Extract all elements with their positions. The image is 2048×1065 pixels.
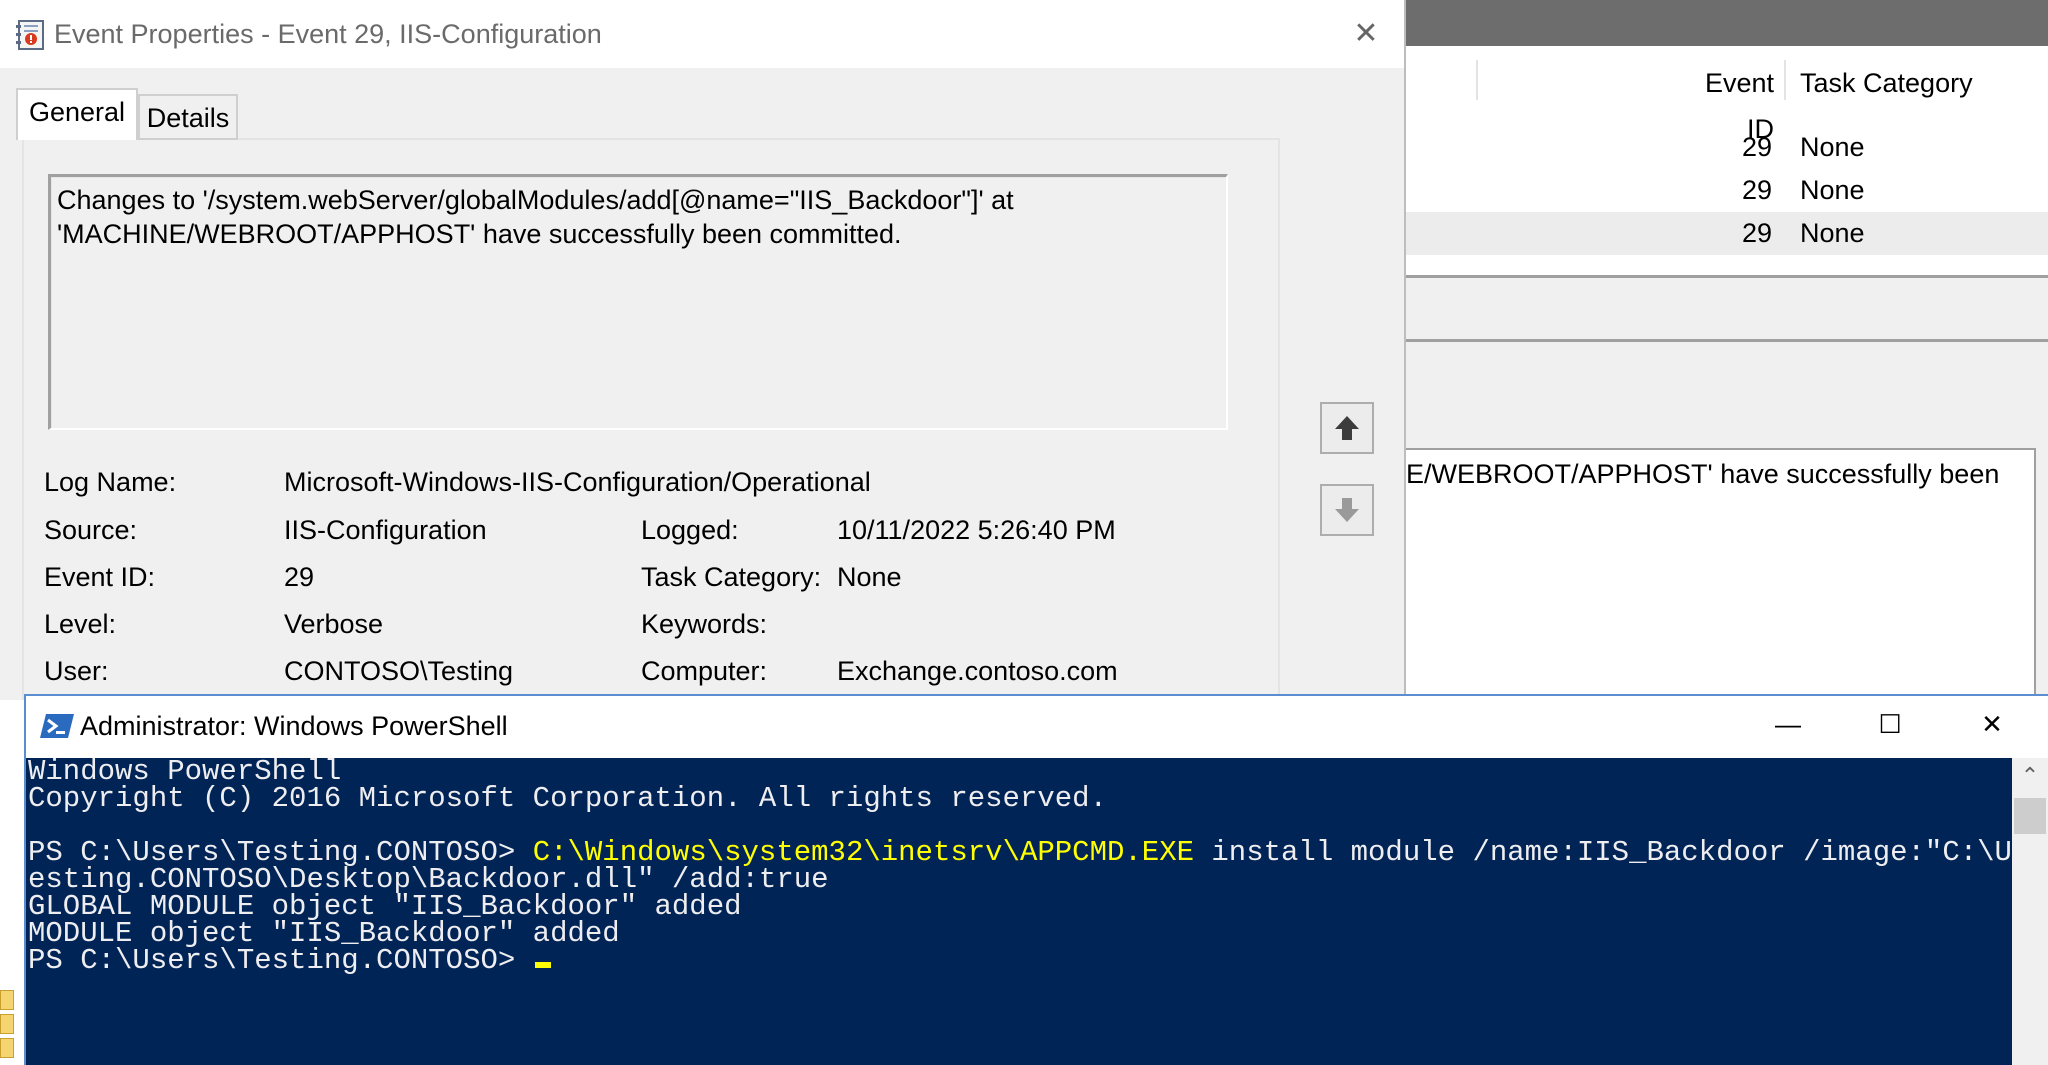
logged-label: Logged:	[641, 515, 739, 545]
folder-icon	[0, 1014, 14, 1034]
console-line: esting.CONTOSO\Desktop\Backdoor.dll" /ad…	[28, 863, 829, 896]
cell-task-category: None	[1800, 132, 1865, 162]
logged-value: 10/11/2022 5:26:40 PM	[837, 515, 1116, 545]
next-event-button[interactable]	[1320, 484, 1374, 536]
log-name-value: Microsoft-Windows-IIS-Configuration/Oper…	[284, 467, 871, 497]
console-args: install module /name:IIS_Backdoor /image…	[1211, 836, 2012, 869]
event-id-label: Event ID:	[44, 562, 156, 592]
event-message-line: 'MACHINE/WEBROOT/APPHOST' have successfu…	[57, 219, 902, 249]
user-value: CONTOSO\Testing	[284, 656, 514, 686]
console-line: Windows PowerShell	[28, 758, 342, 788]
event-message-text: Changes to '/system.webServer/globalModu…	[57, 183, 1014, 251]
close-icon[interactable]: ✕	[1348, 16, 1384, 52]
column-separator[interactable]	[1476, 60, 1478, 100]
task-category-label: Task Category:	[641, 562, 822, 592]
cell-event-id: 29	[1741, 132, 1772, 162]
console-command-line: PS C:\Users\Testing.CONTOSO> C:\Windows\…	[28, 836, 2012, 869]
cell-task-category: None	[1800, 175, 1865, 205]
console-line: GLOBAL MODULE object "IIS_Backdoor" adde…	[28, 890, 742, 923]
event-preview-text: E/WEBROOT/APPHOST' have successfully bee…	[1406, 459, 2000, 489]
source-value: IIS-Configuration	[284, 515, 487, 545]
cell-event-id: 29	[1741, 175, 1772, 205]
powershell-titlebar[interactable]: Administrator: Windows PowerShell — ☐ ✕	[26, 696, 2048, 758]
table-row[interactable]: 29 None	[1406, 126, 2048, 169]
column-header-task-category[interactable]: Task Category	[1800, 60, 2048, 106]
vertical-scrollbar[interactable]: ⌃	[2012, 758, 2048, 1065]
console-prompt: PS C:\Users\Testing.CONTOSO>	[28, 944, 533, 977]
arrow-down-icon	[1335, 498, 1359, 522]
folder-icon	[0, 1038, 14, 1058]
event-viewer-splitter-pane	[1406, 296, 2048, 342]
previous-event-button[interactable]	[1320, 402, 1374, 454]
column-separator[interactable]	[1784, 60, 1786, 100]
computer-value: Exchange.contoso.com	[837, 656, 1118, 686]
window-title: Administrator: Windows PowerShell	[80, 711, 508, 741]
event-message-textbox[interactable]: Changes to '/system.webServer/globalModu…	[48, 174, 1228, 430]
scroll-up-icon[interactable]: ⌃	[2012, 758, 2048, 794]
event-log-icon	[16, 20, 44, 50]
table-row[interactable]: 29 None	[1406, 169, 2048, 212]
event-properties-dialog: Event Properties - Event 29, IIS-Configu…	[0, 0, 1404, 700]
console-prompt-line: PS C:\Users\Testing.CONTOSO>	[28, 944, 551, 977]
user-label: User:	[44, 656, 109, 686]
table-row[interactable]: 29 None	[1406, 212, 2048, 255]
keywords-label: Keywords:	[641, 609, 768, 639]
computer-label: Computer:	[641, 656, 768, 686]
event-message-line: Changes to '/system.webServer/globalModu…	[57, 185, 1014, 215]
event-preview-description: E/WEBROOT/APPHOST' have successfully bee…	[1406, 448, 2036, 708]
scrollbar-thumb[interactable]	[2014, 798, 2046, 834]
column-header-event-id[interactable]: Event ID	[1674, 60, 1776, 144]
close-button[interactable]: ✕	[1962, 702, 2022, 746]
events-grid: Event ID Task Category 29 None 29 None 2…	[1406, 46, 2048, 278]
event-id-value: 29	[284, 562, 315, 592]
event-viewer-preview-header	[1406, 342, 2048, 410]
level-label: Level:	[44, 609, 117, 639]
task-category-value: None	[837, 562, 902, 592]
text-cursor	[534, 962, 551, 968]
minimize-button[interactable]: —	[1758, 702, 1818, 746]
cell-task-category: None	[1800, 218, 1865, 248]
console-line: Copyright (C) 2016 Microsoft Corporation…	[28, 782, 1107, 815]
powershell-window: Administrator: Windows PowerShell — ☐ ✕ …	[24, 694, 2048, 1065]
dialog-titlebar[interactable]: Event Properties - Event 29, IIS-Configu…	[0, 0, 1404, 68]
folder-icon	[0, 990, 14, 1010]
tab-details[interactable]: Details	[138, 94, 238, 140]
source-label: Source:	[44, 515, 138, 545]
cell-event-id: 29	[1741, 218, 1772, 248]
powershell-icon	[40, 714, 74, 738]
event-viewer-titlebar	[1406, 0, 2048, 46]
maximize-button[interactable]: ☐	[1860, 702, 1920, 746]
arrow-up-icon	[1335, 416, 1359, 440]
console-output[interactable]: Windows PowerShell Copyright (C) 2016 Mi…	[26, 758, 2012, 1065]
level-value: Verbose	[284, 609, 384, 639]
tab-general[interactable]: General	[16, 88, 138, 140]
log-name-label: Log Name:	[44, 467, 177, 497]
dialog-title: Event Properties - Event 29, IIS-Configu…	[54, 19, 602, 49]
console-line: MODULE object "IIS_Backdoor" added	[28, 917, 620, 950]
